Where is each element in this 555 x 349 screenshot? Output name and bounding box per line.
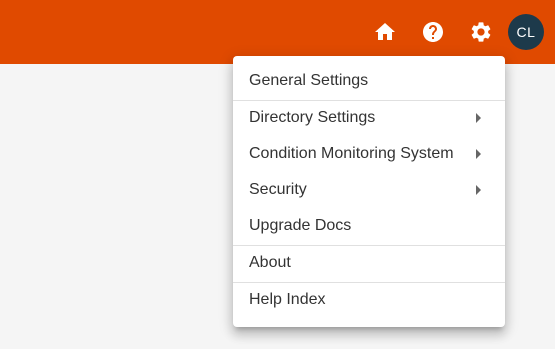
home-icon bbox=[375, 23, 395, 40]
help-icon bbox=[423, 22, 443, 42]
menu-item-about[interactable]: About bbox=[233, 245, 505, 281]
menu-item-label: Help Index bbox=[249, 291, 326, 308]
home-button[interactable] bbox=[369, 16, 401, 48]
menu-item-general-settings[interactable]: General Settings bbox=[233, 63, 505, 99]
menu-item-label: About bbox=[249, 254, 291, 271]
chevron-right-icon bbox=[476, 185, 481, 195]
chevron-right-icon bbox=[476, 149, 481, 159]
menu-item-label: General Settings bbox=[249, 72, 369, 89]
settings-menu: General Settings Directory Settings Cond… bbox=[233, 56, 505, 327]
user-avatar[interactable]: CL bbox=[508, 14, 544, 50]
help-button[interactable] bbox=[417, 16, 449, 48]
menu-item-condition-monitoring-system[interactable]: Condition Monitoring System bbox=[233, 136, 505, 172]
avatar-initials: CL bbox=[516, 24, 536, 40]
menu-item-label: Directory Settings bbox=[249, 109, 376, 126]
chevron-right-icon bbox=[476, 113, 481, 123]
app-toolbar: CL bbox=[0, 0, 555, 64]
menu-item-label: Upgrade Docs bbox=[249, 217, 352, 234]
menu-item-directory-settings[interactable]: Directory Settings bbox=[233, 100, 505, 136]
menu-item-help-index[interactable]: Help Index bbox=[233, 282, 505, 318]
menu-item-security[interactable]: Security bbox=[233, 172, 505, 208]
settings-button[interactable] bbox=[465, 16, 497, 48]
menu-item-upgrade-docs[interactable]: Upgrade Docs bbox=[233, 208, 505, 244]
menu-item-label: Condition Monitoring System bbox=[249, 145, 454, 162]
menu-item-label: Security bbox=[249, 181, 307, 198]
gear-icon bbox=[471, 22, 491, 42]
